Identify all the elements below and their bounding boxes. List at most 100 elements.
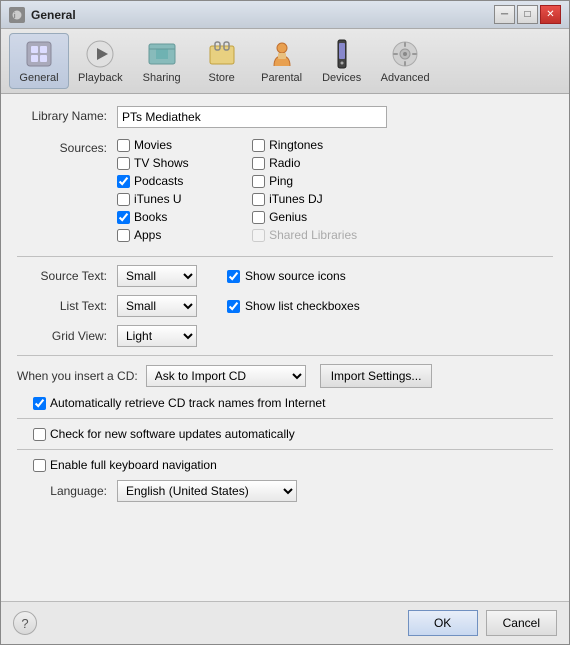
sources-col1: Movies TV Shows Podcasts iTunes U (117, 138, 222, 246)
tab-advanced[interactable]: Advanced (372, 33, 439, 89)
tab-store[interactable]: Store (192, 33, 252, 89)
podcasts-checkbox[interactable] (117, 175, 130, 188)
divider-2 (17, 355, 553, 356)
shared-libraries-checkbox-label[interactable]: Shared Libraries (252, 228, 357, 242)
window-icon: i (9, 7, 25, 23)
apps-checkbox-label[interactable]: Apps (117, 228, 222, 242)
radio-checkbox-label[interactable]: Radio (252, 156, 357, 170)
software-updates-label[interactable]: Check for new software updates automatic… (33, 427, 553, 441)
library-name-input[interactable] (117, 106, 387, 128)
tv-shows-checkbox-label[interactable]: TV Shows (117, 156, 222, 170)
show-list-checkboxes-label: Show list checkboxes (245, 299, 360, 313)
podcasts-label: Podcasts (134, 174, 183, 188)
playback-icon (84, 38, 116, 70)
books-checkbox-label[interactable]: Books (117, 210, 222, 224)
help-button[interactable]: ? (13, 611, 37, 635)
tab-devices-label: Devices (322, 72, 361, 84)
ringtones-checkbox-label[interactable]: Ringtones (252, 138, 357, 152)
divider-1 (17, 256, 553, 257)
list-text-select[interactable]: Small Large (117, 295, 197, 317)
list-text-label: List Text: (17, 299, 117, 313)
tab-playback-label: Playback (78, 72, 123, 84)
divider-3 (17, 418, 553, 419)
tab-parental[interactable]: Parental (252, 33, 312, 89)
grid-view-select[interactable]: Light Dark (117, 325, 197, 347)
software-updates-text: Check for new software updates automatic… (50, 427, 295, 441)
movies-label: Movies (134, 138, 172, 152)
sources-label: Sources: (17, 138, 117, 155)
itunes-u-label: iTunes U (134, 192, 182, 206)
title-bar: i General ─ □ ✕ (1, 1, 569, 29)
ping-checkbox-label[interactable]: Ping (252, 174, 357, 188)
source-text-row: Source Text: Small Large Show source ico… (17, 265, 553, 287)
auto-retrieve-text: Automatically retrieve CD track names fr… (50, 396, 325, 410)
language-select[interactable]: English (United States) Deutsch Français… (117, 480, 297, 502)
show-list-checkboxes-checkbox[interactable] (227, 300, 240, 313)
itunes-dj-checkbox-label[interactable]: iTunes DJ (252, 192, 357, 206)
minimize-button[interactable]: ─ (494, 5, 515, 24)
apps-checkbox[interactable] (117, 229, 130, 242)
library-name-label: Library Name: (17, 106, 117, 123)
ok-button[interactable]: OK (408, 610, 478, 636)
tab-general-label: General (19, 72, 58, 84)
ping-label: Ping (269, 174, 293, 188)
keyboard-nav-text: Enable full keyboard navigation (50, 458, 217, 472)
toolbar: General Playback Sharing (1, 29, 569, 94)
sources-col2: Ringtones Radio Ping iTunes DJ (252, 138, 357, 246)
tv-shows-checkbox[interactable] (117, 157, 130, 170)
sources-grid: Movies TV Shows Podcasts iTunes U (117, 138, 357, 246)
keyboard-nav-label[interactable]: Enable full keyboard navigation (33, 458, 553, 472)
tab-store-label: Store (208, 72, 234, 84)
source-text-select[interactable]: Small Large (117, 265, 197, 287)
itunes-u-checkbox[interactable] (117, 193, 130, 206)
shared-libraries-checkbox[interactable] (252, 229, 265, 242)
import-settings-button[interactable]: Import Settings... (320, 364, 433, 388)
tab-general[interactable]: General (9, 33, 69, 89)
radio-label: Radio (269, 156, 300, 170)
ping-checkbox[interactable] (252, 175, 265, 188)
tab-sharing-label: Sharing (143, 72, 181, 84)
radio-checkbox[interactable] (252, 157, 265, 170)
auto-retrieve-row: Automatically retrieve CD track names fr… (17, 396, 553, 410)
cancel-button[interactable]: Cancel (486, 610, 557, 636)
language-label: Language: (17, 484, 117, 498)
podcasts-checkbox-label[interactable]: Podcasts (117, 174, 222, 188)
show-source-icons-checkbox[interactable] (227, 270, 240, 283)
grid-view-label: Grid View: (17, 329, 117, 343)
bottom-bar: ? OK Cancel (1, 601, 569, 644)
books-checkbox[interactable] (117, 211, 130, 224)
list-text-row: List Text: Small Large Show list checkbo… (17, 295, 553, 317)
genius-checkbox[interactable] (252, 211, 265, 224)
apps-label: Apps (134, 228, 161, 242)
software-updates-checkbox[interactable] (33, 428, 46, 441)
tab-sharing[interactable]: Sharing (132, 33, 192, 89)
auto-retrieve-checkbox[interactable] (33, 397, 46, 410)
window-title: General (31, 8, 494, 22)
window-controls: ─ □ ✕ (494, 5, 561, 24)
divider-4 (17, 449, 553, 450)
keyboard-nav-checkbox[interactable] (33, 459, 46, 472)
devices-icon (326, 38, 358, 70)
itunes-dj-checkbox[interactable] (252, 193, 265, 206)
itunes-u-checkbox-label[interactable]: iTunes U (117, 192, 222, 206)
genius-checkbox-label[interactable]: Genius (252, 210, 357, 224)
shared-libraries-label: Shared Libraries (269, 228, 357, 242)
library-name-field-container (117, 106, 553, 128)
close-button[interactable]: ✕ (540, 5, 561, 24)
cd-insert-select[interactable]: Ask to Import CD Import CD Import CD and… (146, 365, 306, 387)
auto-retrieve-label[interactable]: Automatically retrieve CD track names fr… (33, 396, 553, 410)
store-icon (206, 38, 238, 70)
movies-checkbox[interactable] (117, 139, 130, 152)
books-label: Books (134, 210, 167, 224)
tab-devices[interactable]: Devices (312, 33, 372, 89)
tab-playback[interactable]: Playback (69, 33, 132, 89)
sources-row: Sources: Movies TV Shows Podcasts (17, 138, 553, 246)
maximize-button[interactable]: □ (517, 5, 538, 24)
keyboard-nav-row: Enable full keyboard navigation (17, 458, 553, 472)
genius-label: Genius (269, 210, 307, 224)
cd-insert-row: When you insert a CD: Ask to Import CD I… (17, 364, 553, 388)
movies-checkbox-label[interactable]: Movies (117, 138, 222, 152)
ringtones-checkbox[interactable] (252, 139, 265, 152)
itunes-dj-label: iTunes DJ (269, 192, 323, 206)
main-window: i General ─ □ ✕ General (0, 0, 570, 645)
